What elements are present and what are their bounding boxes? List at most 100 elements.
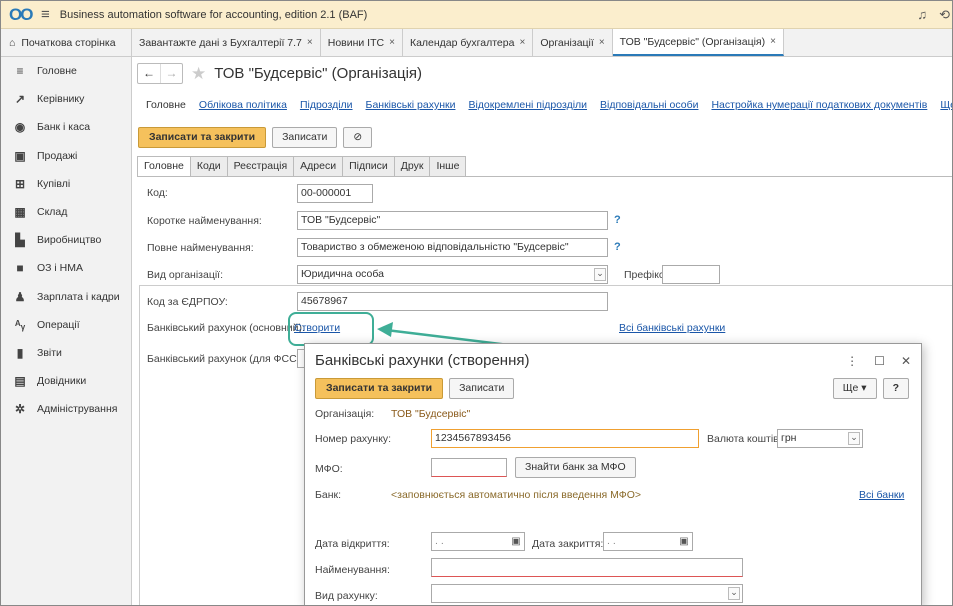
nav-link-numbering[interactable]: Настройка нумерації податкових документі… [711,99,927,111]
org-type-select[interactable]: Юридична особа [297,265,608,284]
close-icon[interactable]: ✕ [901,354,911,368]
calendar-icon[interactable]: ▣ [509,535,523,548]
tab-print[interactable]: Друк [394,156,431,177]
attach-button[interactable]: ⊘ [343,127,373,148]
more-button[interactable]: Ще ▾ [832,378,877,399]
tab-import-data[interactable]: Завантажте дані з Бухгалтерії 7.7 × [132,29,321,56]
nav-buttons: ← → [137,63,183,84]
account-number-label: Номер рахунку: [315,433,392,445]
tab-registration[interactable]: Реєстрація [227,156,295,177]
save-button[interactable]: Записати [272,127,338,148]
currency-label: Валюта коштів: [707,433,782,445]
close-icon[interactable]: × [519,37,525,48]
bank-account-dialog: Банківські рахунки (створення) ⋮ ☐ ✕ Зап… [304,343,922,605]
chevron-down-icon[interactable]: ⌄ [594,268,606,281]
calendar-icon[interactable]: ▣ [677,535,691,548]
close-icon[interactable]: × [307,37,313,48]
star-icon[interactable]: ★ [191,64,206,84]
tab-organization-form[interactable]: ТОВ "Будсервіс" (Організація) × [612,29,784,56]
sidebar-item-purchases[interactable]: ⊞ Купівлі [1,170,131,198]
tab-calendar[interactable]: Календар бухгалтера × [403,29,534,56]
name-field[interactable] [431,558,743,577]
form-nav-links: Головне Облікова політика Підрозділи Бан… [146,99,952,111]
back-arrow-icon[interactable]: ← [138,64,160,83]
close-date-label: Дата закриття: [532,538,604,550]
cart-icon: ⊞ [14,176,26,191]
app-logo-icon: ОО [9,4,33,24]
find-bank-button[interactable]: Знайти банк за МФО [515,457,636,478]
nav-link-responsible[interactable]: Відповідальні особи [600,99,698,111]
sidebar-item-directories[interactable]: ▤ Довідники [1,367,131,395]
tab-signatures[interactable]: Підписи [343,156,395,177]
tab-its-news[interactable]: Новини ІТС × [321,29,403,56]
form-tabs: Головне Коди Реєстрація Адреси Підписи Д… [137,156,467,177]
forward-arrow-icon[interactable]: → [160,64,182,83]
paperclip-icon: ⊘ [353,131,363,143]
tab-codes[interactable]: Коди [190,156,228,177]
more-vertical-icon[interactable]: ⋮ [846,354,858,368]
dialog-title: Банківські рахунки (створення) [315,352,530,369]
open-date-label: Дата відкриття: [315,538,390,550]
close-icon[interactable]: × [770,36,776,47]
save-close-button[interactable]: Записати та закрити [138,127,267,148]
short-name-field[interactable]: ТОВ "Будсервіс" [297,211,608,230]
code-label: Код: [147,187,168,199]
help-icon[interactable]: ? [614,241,621,253]
nav-link-branches[interactable]: Відокремлені підрозділи [468,99,587,111]
dialog-save-button[interactable]: Записати [449,378,515,399]
chevron-down-icon[interactable]: ⌄ [848,432,860,445]
dialog-save-close-button[interactable]: Записати та закрити [315,378,444,399]
sidebar-item-production[interactable]: ▙ Виробництво [1,226,131,254]
sidebar-item-warehouse[interactable]: ▦ Склад [1,198,131,226]
tab-organizations[interactable]: Організації × [533,29,613,56]
prefix-field[interactable] [662,265,720,284]
bell-icon[interactable]: ♫ [917,7,927,23]
nav-link-bank-accounts[interactable]: Банківські рахунки [366,99,456,111]
bank-label: Банк: [315,489,342,501]
factory-icon: ▙ [15,233,25,248]
sidebar: ≡ Головне ↗ Керівнику ◉ Банк і каса ▣ Продаж… [1,57,132,605]
sidebar-item-bank[interactable]: ◉ Банк і каса [1,113,131,141]
sidebar-item-operations[interactable]: ᴬᵧ Операції [1,311,131,339]
home-icon: ⌂ [9,36,16,49]
close-icon[interactable]: × [389,37,395,48]
account-number-field[interactable]: 1234567893456 [431,429,699,448]
sidebar-item-reports[interactable]: ▮ Звіти [1,339,131,367]
nav-link-main[interactable]: Головне [146,99,186,111]
chevron-down-icon[interactable]: ⌄ [728,587,740,600]
tab-home[interactable]: ⌂ Початкова сторінка [1,29,132,56]
nav-link-departments[interactable]: Підрозділи [300,99,353,111]
maximize-icon[interactable]: ☐ [874,354,885,368]
help-button[interactable]: ? [882,378,909,399]
full-name-field[interactable]: Товариство з обмеженою відповідальністю … [297,238,608,257]
org-type-label: Вид організації: [147,269,223,281]
truck-icon: ■ [16,261,24,276]
mfo-field[interactable] [431,458,507,477]
sidebar-item-main[interactable]: ≡ Головне [1,57,131,85]
code-field[interactable]: 00-000001 [297,184,373,203]
full-name-label: Повне найменування: [147,242,254,254]
nav-link-accounting-policy[interactable]: Облікова політика [199,99,287,111]
sidebar-item-salary[interactable]: ♟ Зарплата і кадри [1,283,131,311]
close-icon[interactable]: × [599,37,605,48]
short-name-label: Коротке найменування: [147,215,262,227]
tab-addresses[interactable]: Адреси [294,156,344,177]
history-icon[interactable]: ⟲ [939,7,950,23]
warehouse-icon: ▦ [14,205,26,220]
person-icon: ♟ [14,289,26,304]
nav-link-more[interactable]: Ще... ▾ [940,99,952,111]
org-label: Організація: [315,408,375,420]
sidebar-item-admin[interactable]: ✲ Адміністрування [1,395,131,423]
all-banks-link[interactable]: Всі банки [859,489,904,501]
prefix-label: Префікс: [624,269,668,281]
book-icon: ▤ [14,374,26,389]
tab-other[interactable]: Інше [430,156,467,177]
sidebar-item-manager[interactable]: ↗ Керівнику [1,85,131,113]
tab-main[interactable]: Головне [137,156,191,177]
account-type-select[interactable] [431,584,743,603]
menu-icon: ≡ [16,64,24,79]
sidebar-item-assets[interactable]: ■ ОЗ і НМА [1,254,131,282]
sidebar-item-sales[interactable]: ▣ Продажі [1,142,131,170]
menu-icon[interactable]: ≡ [41,6,50,23]
help-icon[interactable]: ? [614,214,621,226]
